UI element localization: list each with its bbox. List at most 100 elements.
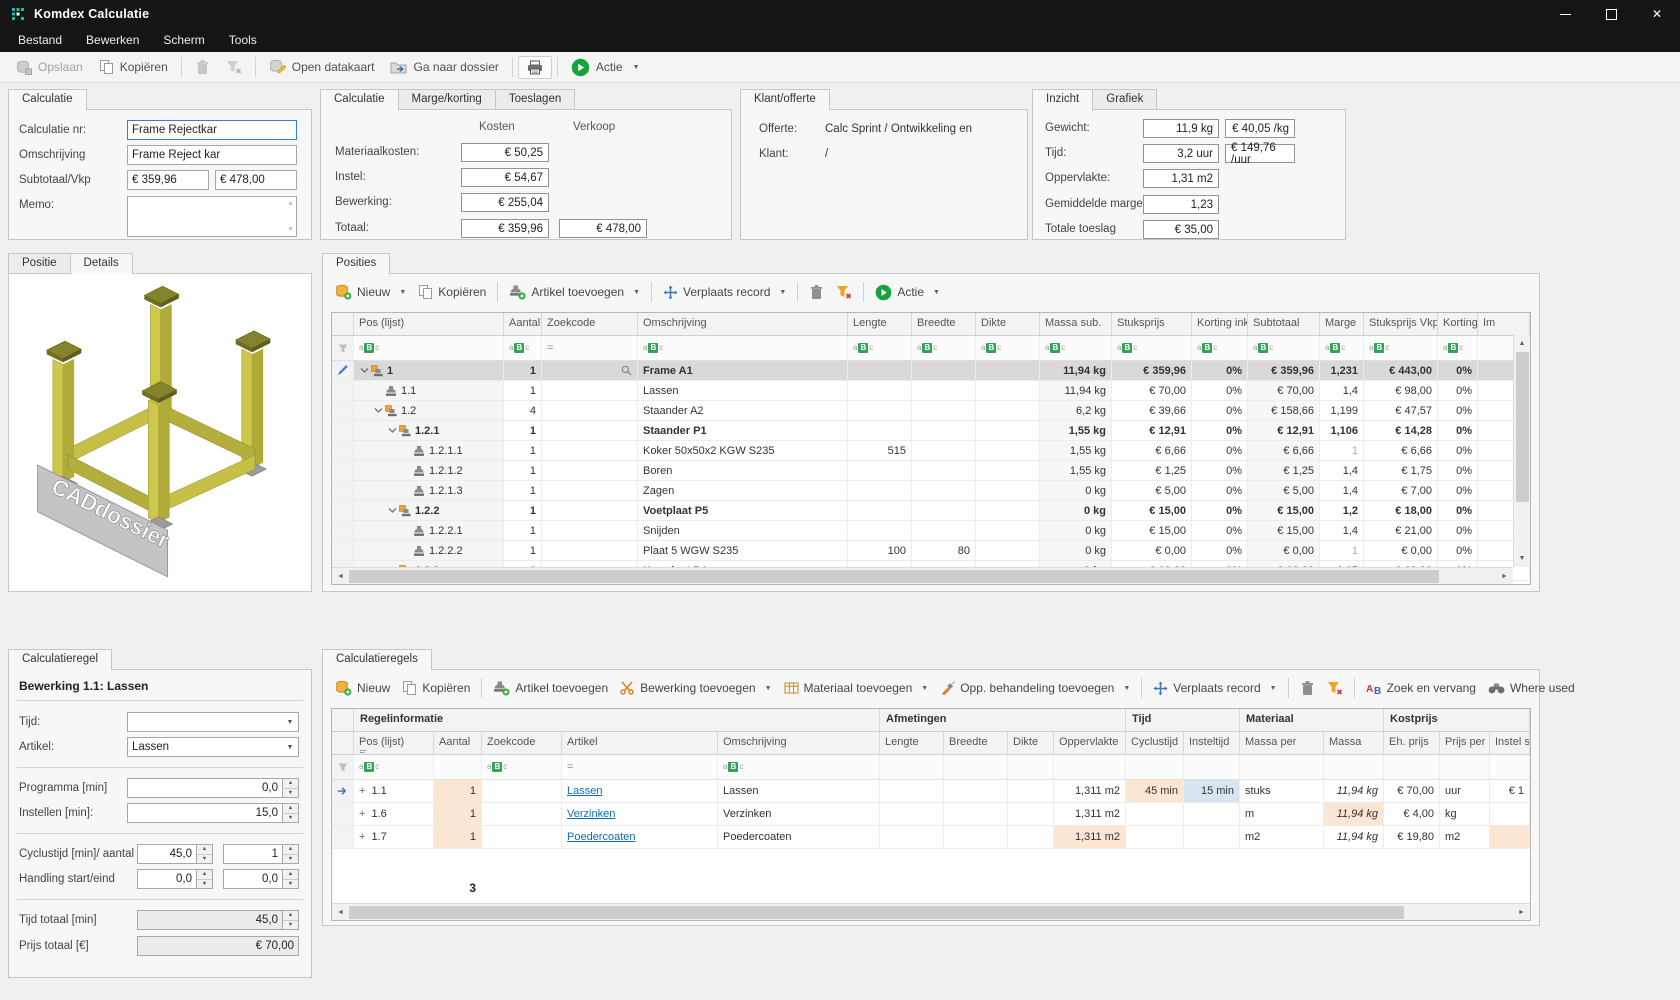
filter-icon[interactable] <box>332 755 354 779</box>
spinner-buttons[interactable]: ▲▼ <box>282 845 298 863</box>
column-header-prijs-per[interactable]: Prijs per <box>1440 732 1490 754</box>
column-header-dikte[interactable]: Dikte <box>976 313 1040 335</box>
save-button[interactable]: Opslaan <box>8 57 91 78</box>
filter-cell[interactable]: aBc <box>718 755 880 779</box>
scrollbar-thumb[interactable] <box>349 906 1404 919</box>
tab-klant-offerte[interactable]: Klant/offerte <box>740 89 830 109</box>
cyclus-aantal-stepper[interactable]: 1 ▲▼ <box>223 844 299 864</box>
column-header-subtotaal[interactable]: Subtotaal <box>1248 313 1320 335</box>
clear-filter-button[interactable] <box>218 57 250 78</box>
spinner-buttons[interactable]: ▲▼ <box>196 870 212 888</box>
column-header-instel-subt[interactable]: Instel subt <box>1490 732 1530 754</box>
ga-naar-dossier-button[interactable]: Ga naar dossier <box>382 57 506 77</box>
posities-nieuw-button[interactable]: Nieuw ▼ <box>329 281 412 303</box>
posities-row-1.2.1[interactable]: 1.2.11Staander P11,55 kg€ 12,910%€ 12,91… <box>332 421 1530 441</box>
maximize-button[interactable] <box>1588 0 1634 28</box>
subtotaal-input[interactable] <box>127 170 209 190</box>
open-datakaart-button[interactable]: Open datakaart <box>261 56 383 78</box>
zoekcode-lookup-cell[interactable] <box>542 361 638 380</box>
posities-row-1.2.1.3[interactable]: 1.2.1.31Zagen0 kg€ 5,000%€ 5,001,4€ 7,00… <box>332 481 1530 501</box>
artikel-dropdown[interactable]: Lassen ▼ <box>127 737 299 757</box>
column-header-zoekcode[interactable]: Zoekcode <box>542 313 638 335</box>
scroll-left-icon[interactable]: ◄ <box>332 568 349 585</box>
filter-cell[interactable]: aBc <box>1040 336 1112 360</box>
pos-cell[interactable]: +1.6 <box>354 803 434 825</box>
filter-cell[interactable] <box>1384 755 1440 779</box>
filter-cell[interactable]: aBc <box>354 755 434 779</box>
zoekcode-cell[interactable] <box>542 401 638 420</box>
scroll-right-icon[interactable]: ► <box>1513 904 1530 921</box>
zoekcode-cell[interactable] <box>542 481 638 500</box>
tree-pos-cell[interactable]: 1.2.2.1 <box>354 521 504 540</box>
tree-pos-cell[interactable]: 1.1 <box>354 381 504 400</box>
column-header-aantal[interactable]: Aantal <box>434 732 482 754</box>
artikel-cell[interactable]: Poedercoaten <box>562 826 718 848</box>
print-button[interactable] <box>518 56 552 79</box>
tab-details[interactable]: Details <box>70 253 133 273</box>
memo-textarea[interactable]: ▲ ▼ <box>127 196 297 237</box>
filter-cell[interactable] <box>1126 755 1184 779</box>
column-header-pos-lijst-[interactable]: Pos (lijst) <box>354 732 434 754</box>
calcregels-nieuw-button[interactable]: Nieuw <box>329 677 396 699</box>
column-header-pos-lijst-[interactable]: Pos (lijst) <box>354 313 504 335</box>
zoekcode-cell[interactable] <box>542 461 638 480</box>
filter-cell[interactable]: aBc <box>1112 336 1192 360</box>
filter-cell[interactable] <box>1440 755 1490 779</box>
tab-calculatie-header[interactable]: Calculatie <box>8 89 87 109</box>
artikel-link[interactable]: Lassen <box>567 785 602 797</box>
zoekcode-cell[interactable] <box>542 521 638 540</box>
posities-row-1.2[interactable]: 1.24Staander A26,2 kg€ 39,660%€ 158,661,… <box>332 401 1530 421</box>
tree-pos-cell[interactable]: 1.2.2.2 <box>354 541 504 560</box>
column-header-zoekcode[interactable]: Zoekcode <box>482 732 562 754</box>
posities-actie-button[interactable]: Actie ▼ <box>869 281 946 304</box>
calcregels-filter-row[interactable]: aBcaBc=aBc <box>332 755 1530 780</box>
tree-pos-cell[interactable]: 1.2.1 <box>354 421 504 440</box>
vkp-input[interactable] <box>215 170 297 190</box>
column-header-korting-ink[interactable]: Korting ink <box>1192 313 1248 335</box>
spinner-buttons[interactable]: ▲▼ <box>196 845 212 863</box>
posities-filter-row[interactable]: aBcaBc=aBcaBcaBcaBcaBcaBcaBcaBcaBcaBcaBc <box>332 336 1530 361</box>
posities-row-1.1[interactable]: 1.11Lassen11,94 kg€ 70,000%€ 70,001,4€ 9… <box>332 381 1530 401</box>
column-header-eh-prijs[interactable]: Eh. prijs <box>1384 732 1440 754</box>
zoekcode-cell[interactable] <box>542 441 638 460</box>
scrollbar-thumb[interactable] <box>1516 352 1529 502</box>
filter-cell[interactable]: aBc <box>1248 336 1320 360</box>
tab-posities[interactable]: Posities <box>322 253 390 273</box>
zoek-en-vervang-button[interactable]: AB Zoek en vervang <box>1360 678 1482 698</box>
filter-cell[interactable]: aBc <box>504 336 542 360</box>
posities-artikel-toevoegen-button[interactable]: Artikel toevoegen ▼ <box>503 281 646 303</box>
spinner-buttons[interactable]: ▲▼ <box>282 779 298 797</box>
calcregels-row-1.7[interactable]: +1.71PoedercoatenPoedercoaten1,311 m2m21… <box>332 826 1530 849</box>
chevron-down-icon[interactable]: ▼ <box>282 738 298 756</box>
column-header-stuksprijs-vkp[interactable]: Stuksprijs Vkp <box>1364 313 1438 335</box>
calcregels-verplaats-record-button[interactable]: Verplaats record ▼ <box>1147 678 1282 699</box>
tab-calculatieregel[interactable]: Calculatieregel <box>8 649 112 669</box>
column-header-dikte[interactable]: Dikte <box>1008 732 1054 754</box>
menu-scherm[interactable]: Scherm <box>151 28 216 52</box>
artikel-cell[interactable]: Verzinken <box>562 803 718 825</box>
pos-cell[interactable]: +1.7 <box>354 826 434 848</box>
filter-cell[interactable] <box>1240 755 1324 779</box>
zoekcode-cell[interactable] <box>542 501 638 520</box>
calcregels-horizontal-scrollbar[interactable]: ◄ ► <box>332 903 1530 920</box>
instellen-stepper[interactable]: 15,0 ▲▼ <box>127 803 299 823</box>
tab-positie[interactable]: Positie <box>8 253 71 273</box>
scrollbar-thumb[interactable] <box>349 570 1439 583</box>
filter-cell[interactable]: aBc <box>638 336 848 360</box>
posities-row-1.2.2.2[interactable]: 1.2.2.21Plaat 5 WGW S235100800 kg€ 0,000… <box>332 541 1530 561</box>
column-header-massa-per[interactable]: Massa per <box>1240 732 1324 754</box>
tree-pos-cell[interactable]: 1 <box>354 361 504 380</box>
actie-button[interactable]: Actie ▼ <box>563 55 648 80</box>
zoekcode-cell[interactable] <box>542 421 638 440</box>
posities-kopieren-button[interactable]: Kopiëren <box>412 281 492 303</box>
chevron-down-icon[interactable]: ▼ <box>282 713 298 731</box>
tree-pos-cell[interactable]: 1.2.1.3 <box>354 481 504 500</box>
tab-grafiek[interactable]: Grafiek <box>1092 89 1157 109</box>
filter-cell[interactable] <box>434 755 482 779</box>
column-header-cyclustijd[interactable]: Cyclustijd <box>1126 732 1184 754</box>
filter-cell[interactable] <box>1054 755 1126 779</box>
filter-cell[interactable]: aBc <box>1438 336 1478 360</box>
tab-marge-korting[interactable]: Marge/korting <box>398 89 496 109</box>
tijd-dropdown[interactable]: ▼ <box>127 712 299 732</box>
filter-cell[interactable]: aBc <box>848 336 912 360</box>
